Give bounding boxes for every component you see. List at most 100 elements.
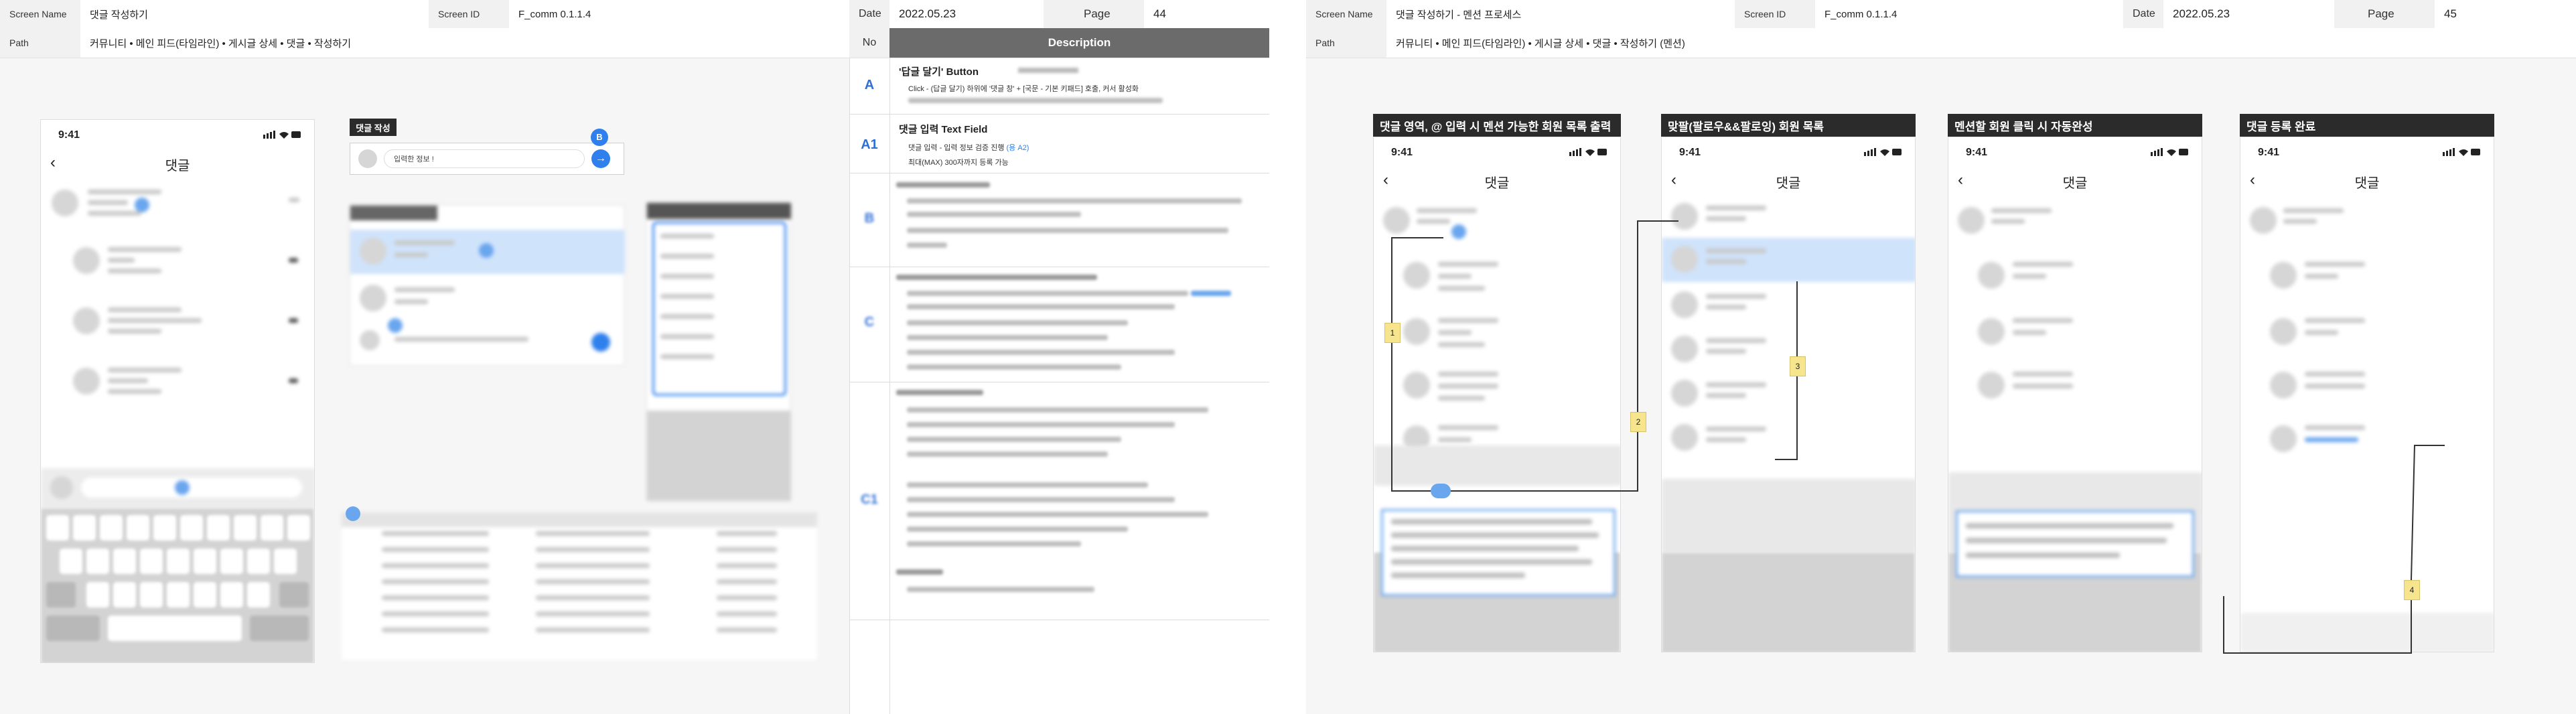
nav-bar: ‹ 댓글: [1374, 164, 1620, 196]
screen-title: 댓글: [2062, 176, 2088, 191]
connector-dot: [346, 506, 360, 521]
mention-spec-table: [342, 512, 817, 660]
status-bar: 9:41: [1374, 137, 1620, 164]
status-bar: 9:41: [41, 120, 314, 147]
path-value: 커뮤니티 • 메인 피드(타임라인) • 게시글 상세 • 댓글 • 작성하기: [80, 28, 849, 58]
screen-title: 댓글: [2354, 176, 2380, 191]
row-a-line-2: [908, 98, 1163, 103]
screen-name-value: 댓글 작성하기 - 멘션 프로세스: [1386, 0, 1735, 28]
status-bar: 9:41: [1662, 137, 1915, 164]
date-label: Date: [849, 0, 889, 28]
signal-wifi-battery-icon: [2443, 148, 2480, 156]
status-time: 9:41: [58, 129, 80, 141]
screen-id-label: Screen ID: [429, 0, 509, 28]
step-2-title: 맞팔(팔로우&&팔로잉) 회원 목록: [1661, 114, 1916, 137]
comment-input-bar[interactable]: [41, 468, 314, 508]
step-3-title: 멘션할 회원 클릭 시 자동완성: [1948, 114, 2202, 137]
small-phone-preview: [646, 202, 791, 501]
row-a-title-extra: [1018, 68, 1078, 73]
date-value: 2022.05.23: [2163, 0, 2334, 28]
signal-wifi-battery-icon: [263, 131, 301, 139]
flow-tag-4: 4: [2404, 580, 2420, 600]
follower-list: [1662, 198, 1915, 479]
nav-bar: ‹ 댓글: [41, 147, 314, 179]
reply-item: [41, 240, 314, 289]
nav-bar: ‹ 댓글: [1662, 164, 1915, 196]
comment-list: [1948, 198, 2202, 479]
status-time: 9:41: [1391, 147, 1413, 158]
step-1-title: 댓글 영역, @ 입력 시 멘션 가능한 회원 목록 출력: [1373, 114, 1621, 137]
avatar: [358, 149, 377, 168]
row-a-title: '답글 달기' Button: [899, 66, 979, 78]
page-value: 44: [1144, 0, 1269, 28]
desc-column-divider: [889, 58, 890, 714]
flow-tag-2: 2: [1630, 412, 1646, 432]
row-a1-line-1-ref: (용 A2): [1006, 144, 1029, 152]
empty-input-bar[interactable]: [2240, 613, 2494, 652]
status-time: 9:41: [1966, 147, 1988, 158]
step-4-phone: 9:41 ‹ 댓글: [2240, 137, 2494, 652]
mini-comment-input[interactable]: 입력한 정보 ! →: [350, 143, 624, 175]
at-mention-dot: [1431, 484, 1451, 498]
keyboard[interactable]: [41, 508, 314, 662]
row-a1-title: 댓글 입력 Text Field: [899, 124, 988, 135]
screen-id-label: Screen ID: [1735, 0, 1815, 28]
mention-hint-bar: [1374, 445, 1620, 486]
table-header-no: No: [849, 28, 889, 58]
phone-mockup: 9:41 ‹ 댓글: [40, 119, 315, 663]
status-time: 9:41: [2258, 147, 2280, 158]
page-label: Page: [1044, 0, 1144, 28]
screen-name-value: 댓글 작성하기: [80, 0, 429, 28]
date-label: Date: [2123, 0, 2163, 28]
signal-wifi-battery-icon: [1864, 148, 1902, 156]
row-a1-line-1-text: 댓글 입력 - 입력 정보 검증 진행: [908, 144, 1005, 152]
keyboard[interactable]: [1662, 553, 1915, 652]
reply-item: [41, 301, 314, 349]
right-document: Screen Name 댓글 작성하기 - 멘션 프로세스 Screen ID …: [1306, 0, 2576, 714]
reply-item: [41, 361, 314, 409]
status-bar: 9:41: [1948, 137, 2202, 164]
table-header-description: Description: [889, 28, 1269, 58]
page-value: 45: [2435, 0, 2576, 28]
row-label-c: C: [864, 315, 875, 330]
mini-input-placeholder: 입력한 정보 !: [384, 149, 585, 168]
nav-bar: ‹ 댓글: [1948, 164, 2202, 196]
flow-tag-3: 3: [1790, 356, 1806, 376]
page-label: Page: [2334, 0, 2435, 28]
flow-tag-1: 1: [1384, 323, 1401, 343]
comment-item: [41, 180, 314, 228]
row-label-a1: A1: [861, 137, 878, 152]
row-a1-line-1: 댓글 입력 - 입력 정보 검증 진행 (용 A2): [908, 142, 1029, 153]
row-a1-line-2: 최대(MAX) 300자까지 등록 가능: [908, 159, 1009, 167]
no-column-divider: [849, 58, 850, 714]
left-document: Screen Name 댓글 작성하기 Screen ID F_comm 0.1…: [0, 0, 1269, 714]
signal-wifi-battery-icon: [1569, 148, 1607, 156]
step-1-callout: [1381, 509, 1616, 596]
screen-id-value: F_comm 0.1.1.4: [1815, 0, 2123, 28]
screen-title: 댓글: [165, 159, 190, 173]
mention-panel: [350, 205, 625, 366]
row-label-c1: C1: [861, 492, 878, 507]
row-b-content: [896, 181, 1258, 261]
row-c1-content: [896, 388, 1258, 616]
screen-name-label: Screen Name: [1306, 0, 1386, 28]
step-2-phone: 9:41 ‹ 댓글: [1661, 137, 1916, 652]
row-label-a: A: [864, 78, 875, 92]
step-4-title: 댓글 등록 완료: [2240, 114, 2494, 137]
row-a-line-1: Click - (답글 달기) 하위에 '댓글 창' + [국문 - 기본 키패…: [908, 85, 1139, 93]
step-3-callout: [1956, 510, 2194, 577]
path-value: 커뮤니티 • 메인 피드(타임라인) • 게시글 상세 • 댓글 • 작성하기 …: [1386, 28, 2123, 58]
row-label-b: B: [864, 211, 875, 226]
row-c-content: [896, 273, 1258, 380]
status-time: 9:41: [1679, 147, 1701, 158]
screen-title: 댓글: [1484, 176, 1510, 191]
badge-b: B: [591, 129, 608, 146]
nav-bar: ‹ 댓글: [2240, 164, 2494, 196]
mention-input-area[interactable]: [1662, 479, 1915, 553]
row-divider: [849, 114, 1269, 115]
send-arrow-icon[interactable]: →: [591, 149, 610, 168]
signal-wifi-battery-icon: [2151, 148, 2188, 156]
date-value: 2022.05.23: [889, 0, 1044, 28]
comment-list: [2240, 198, 2494, 546]
screen-title: 댓글: [1776, 176, 1801, 191]
